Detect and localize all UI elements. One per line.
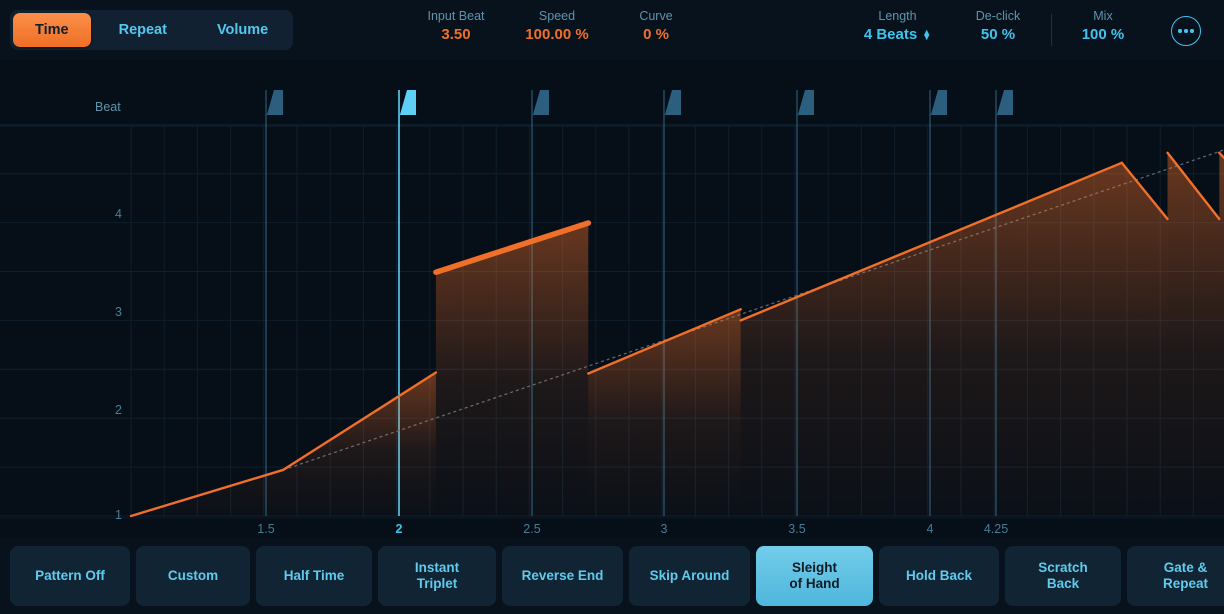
beat-graph[interactable]: Beat 4321 1.5 2 2.5 3 3.5 4 4.25: [0, 60, 1224, 538]
beat-flag-icon[interactable]: [266, 90, 283, 118]
preset-instant-triplet[interactable]: Instant Triplet: [378, 546, 496, 606]
preset-gate-repeat[interactable]: Gate & Repeat: [1127, 546, 1224, 606]
preset-reverse-end[interactable]: Reverse End: [502, 546, 623, 606]
curve-fill: [1219, 152, 1224, 516]
toolbar-divider: [1051, 14, 1052, 46]
beat-flag-icon[interactable]: [664, 90, 681, 118]
preset-half-time[interactable]: Half Time: [256, 546, 372, 606]
x-tick-1-5: 1.5: [257, 522, 275, 536]
param-length-text: 4 Beats: [863, 26, 918, 43]
tab-time[interactable]: Time: [13, 13, 91, 47]
param-de-click[interactable]: De-click 50 %: [953, 8, 1043, 46]
preset-hold-back[interactable]: Hold Back: [879, 546, 999, 606]
param-speed-label: Speed: [538, 9, 576, 23]
param-input-beat[interactable]: Input Beat 3.50: [410, 8, 502, 46]
more-options-icon[interactable]: [1171, 16, 1201, 46]
preset-custom[interactable]: Custom: [136, 546, 250, 606]
tab-volume[interactable]: Volume: [195, 13, 290, 47]
y-tick-4: 4: [115, 207, 122, 221]
preset-sleight-of-hand[interactable]: Sleight of Hand: [756, 546, 873, 606]
beat-flag-icon[interactable]: [532, 90, 549, 118]
tab-repeat[interactable]: Repeat: [97, 13, 189, 47]
param-length-value[interactable]: 4 Beats ▲ ▼: [850, 24, 945, 46]
curve-fill: [131, 372, 436, 516]
beat-flag-icon[interactable]: [797, 90, 814, 118]
param-curve-label: Curve: [639, 9, 673, 23]
x-tick-3: 3: [660, 522, 668, 536]
param-length-label: Length: [878, 9, 917, 23]
preset-button-row: Pattern Off Custom Half Time Instant Triple…: [10, 546, 1224, 606]
mode-tab-group: Time Repeat Volume: [10, 10, 294, 50]
preset-skip-around[interactable]: Skip Around: [629, 546, 750, 606]
curve-fill: [740, 162, 1122, 517]
dot-1: [1178, 29, 1182, 33]
x-tick-2-5: 2.5: [523, 522, 541, 536]
x-tick-4: 4: [926, 522, 934, 536]
param-de-click-label: De-click: [975, 9, 1021, 23]
param-de-click-value[interactable]: 50 %: [953, 24, 1043, 46]
y-tick-2: 2: [115, 403, 122, 417]
preset-scratch-back[interactable]: Scratch Back: [1005, 546, 1121, 606]
param-input-beat-label: Input Beat: [427, 9, 485, 23]
param-mix-value[interactable]: 100 %: [1058, 24, 1148, 46]
beat-flag-icon[interactable]: [996, 90, 1013, 118]
beat-flag-icon[interactable]: [399, 90, 416, 118]
beat-flag-icon[interactable]: [930, 90, 947, 118]
param-speed-value[interactable]: 100.00 %: [505, 24, 609, 46]
preset-pattern-off[interactable]: Pattern Off: [10, 546, 130, 606]
plugin-window: Time Repeat Volume Input Beat 3.50 Speed 100.…: [0, 0, 1224, 614]
curve-fill: [1121, 162, 1168, 517]
graph-canvas[interactable]: [0, 60, 1224, 538]
param-mix[interactable]: Mix 100 %: [1058, 8, 1148, 46]
dot-3: [1190, 29, 1194, 33]
param-input-beat-value[interactable]: 3.50: [410, 24, 502, 46]
dot-2: [1184, 29, 1188, 33]
preset-bar: Pattern Off Custom Half Time Instant Triple…: [0, 538, 1224, 614]
param-speed[interactable]: Speed 100.00 %: [505, 8, 609, 46]
y-tick-3: 3: [115, 305, 122, 319]
top-toolbar: Time Repeat Volume Input Beat 3.50 Speed 100.…: [0, 0, 1224, 60]
x-tick-3-5: 3.5: [788, 522, 806, 536]
stepper-arrows-icon[interactable]: ▲ ▼: [922, 28, 931, 42]
x-tick-4-25: 4.25: [983, 522, 1009, 536]
param-mix-label: Mix: [1093, 9, 1113, 23]
param-length[interactable]: Length 4 Beats ▲ ▼: [850, 8, 945, 46]
y-tick-1: 1: [115, 508, 122, 522]
x-tick-2: 2: [395, 522, 403, 536]
param-curve-value[interactable]: 0 %: [612, 24, 700, 46]
param-curve[interactable]: Curve 0 %: [612, 8, 700, 46]
